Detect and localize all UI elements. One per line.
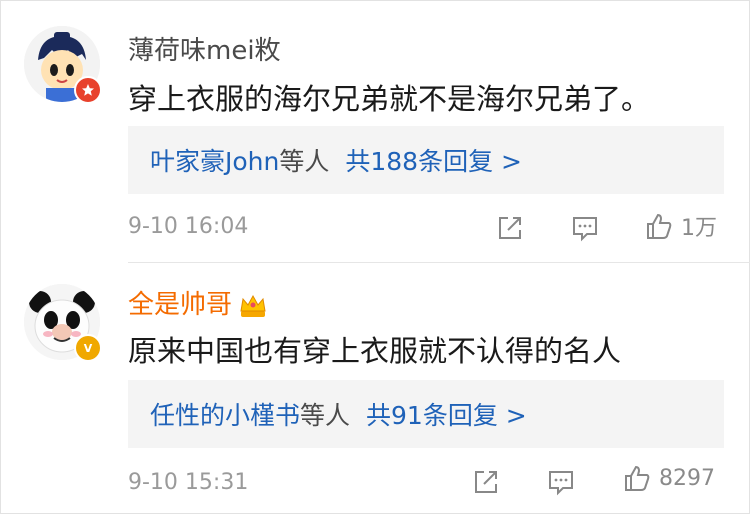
reply-preview[interactable]: 任性的小槿书 等人 共91条回复 > xyxy=(128,380,724,448)
share-icon xyxy=(475,471,497,493)
comment-icon xyxy=(573,217,597,242)
reply-button[interactable] xyxy=(547,468,575,496)
user-avatar[interactable]: V xyxy=(24,284,102,362)
reply-count-link[interactable]: 共188条回复 > xyxy=(345,142,522,178)
username-text[interactable]: 全是帅哥 xyxy=(128,290,232,320)
username[interactable]: 全是帅哥 xyxy=(128,284,268,321)
comment-text: 原来中国也有穿上衣服就不认得的名人 xyxy=(128,334,622,368)
share-button[interactable] xyxy=(496,214,524,242)
crown-icon xyxy=(240,294,266,317)
reply-count-link[interactable]: 共91条回复 > xyxy=(366,396,527,432)
red-star-badge xyxy=(74,76,102,104)
user-avatar[interactable] xyxy=(24,26,102,104)
reply-names-link[interactable]: 叶家豪John xyxy=(150,142,279,178)
reply-button[interactable] xyxy=(571,214,599,242)
comment-icon xyxy=(549,471,573,496)
like-count: 1万 xyxy=(681,216,717,241)
reply-names-link[interactable]: 任性的小槿书 xyxy=(150,396,300,432)
reply-names-suffix: 等人 xyxy=(300,401,351,430)
like-count: 8297 xyxy=(659,465,715,491)
comment-item: 薄荷味mei敉 穿上衣服的海尔兄弟就不是海尔兄弟了。 叶家豪John 等人 共1… xyxy=(0,0,750,262)
reply-names-suffix: 等人 xyxy=(279,147,330,176)
gold-verified-badge: V xyxy=(74,334,102,362)
thumbs-up-icon xyxy=(625,465,650,491)
share-button[interactable] xyxy=(472,468,500,496)
share-icon xyxy=(499,217,521,239)
like-button[interactable]: 1万 xyxy=(645,210,717,242)
svg-text:V: V xyxy=(84,342,93,355)
like-button[interactable]: 8297 xyxy=(623,464,715,492)
username[interactable]: 薄荷味mei敉 xyxy=(128,30,281,67)
reply-preview[interactable]: 叶家豪John 等人 共188条回复 > xyxy=(128,126,724,194)
comment-timestamp: 9-10 15:31 xyxy=(128,470,249,495)
comment-item: V 全是帅哥 原来中国也有穿上衣服就不认得的名人 任性的小槿书 等人 共91条回… xyxy=(0,262,750,514)
comment-timestamp: 9-10 16:04 xyxy=(128,214,249,239)
comment-text: 穿上衣服的海尔兄弟就不是海尔兄弟了。 xyxy=(128,82,651,116)
thumbs-up-icon xyxy=(647,213,672,239)
